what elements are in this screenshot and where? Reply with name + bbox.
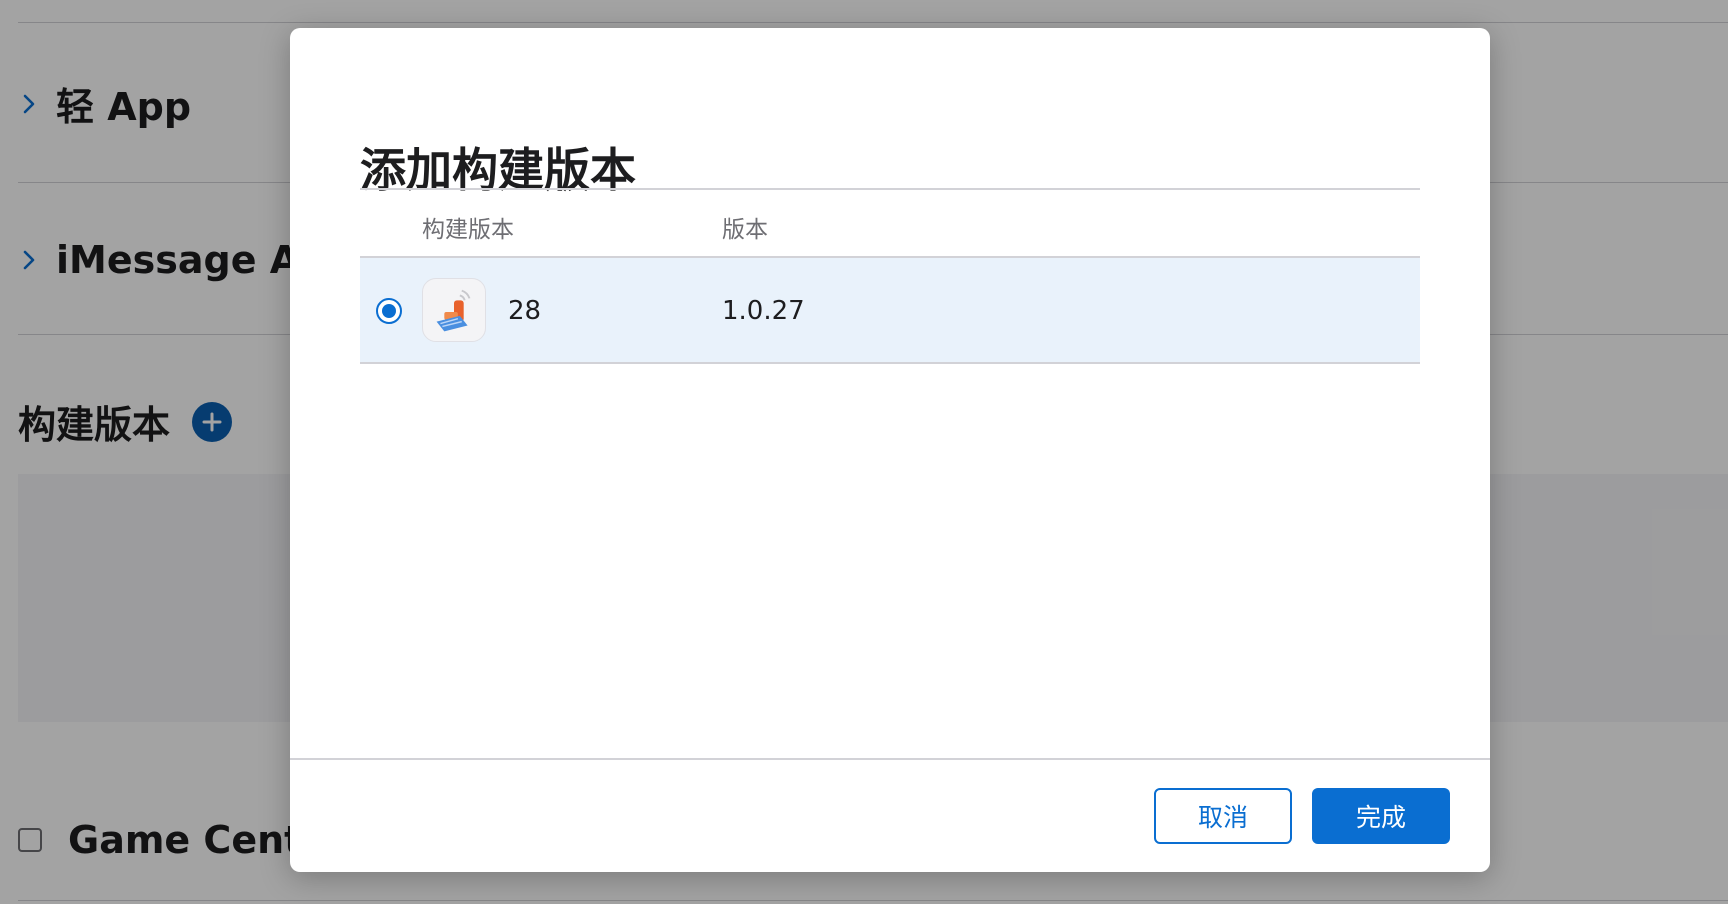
column-header-version: 版本	[722, 217, 768, 243]
app-icon	[422, 278, 486, 342]
column-header-build: 构建版本	[422, 217, 514, 243]
done-button[interactable]: 完成	[1312, 788, 1450, 844]
build-table: 构建版本 版本 28 1.0.27	[360, 188, 1420, 364]
build-radio-selected[interactable]	[376, 298, 402, 324]
build-number: 28	[508, 296, 542, 326]
table-header: 构建版本 版本	[360, 190, 1420, 256]
cancel-button[interactable]: 取消	[1154, 788, 1292, 844]
add-build-dialog: 添加构建版本 构建版本 版本 28 1.0.27 取消 完成	[290, 28, 1490, 872]
table-row[interactable]: 28 1.0.27	[360, 256, 1420, 364]
version-number: 1.0.27	[722, 296, 805, 326]
dialog-footer: 取消 完成	[290, 758, 1490, 872]
app-icon-graphic	[436, 289, 471, 332]
